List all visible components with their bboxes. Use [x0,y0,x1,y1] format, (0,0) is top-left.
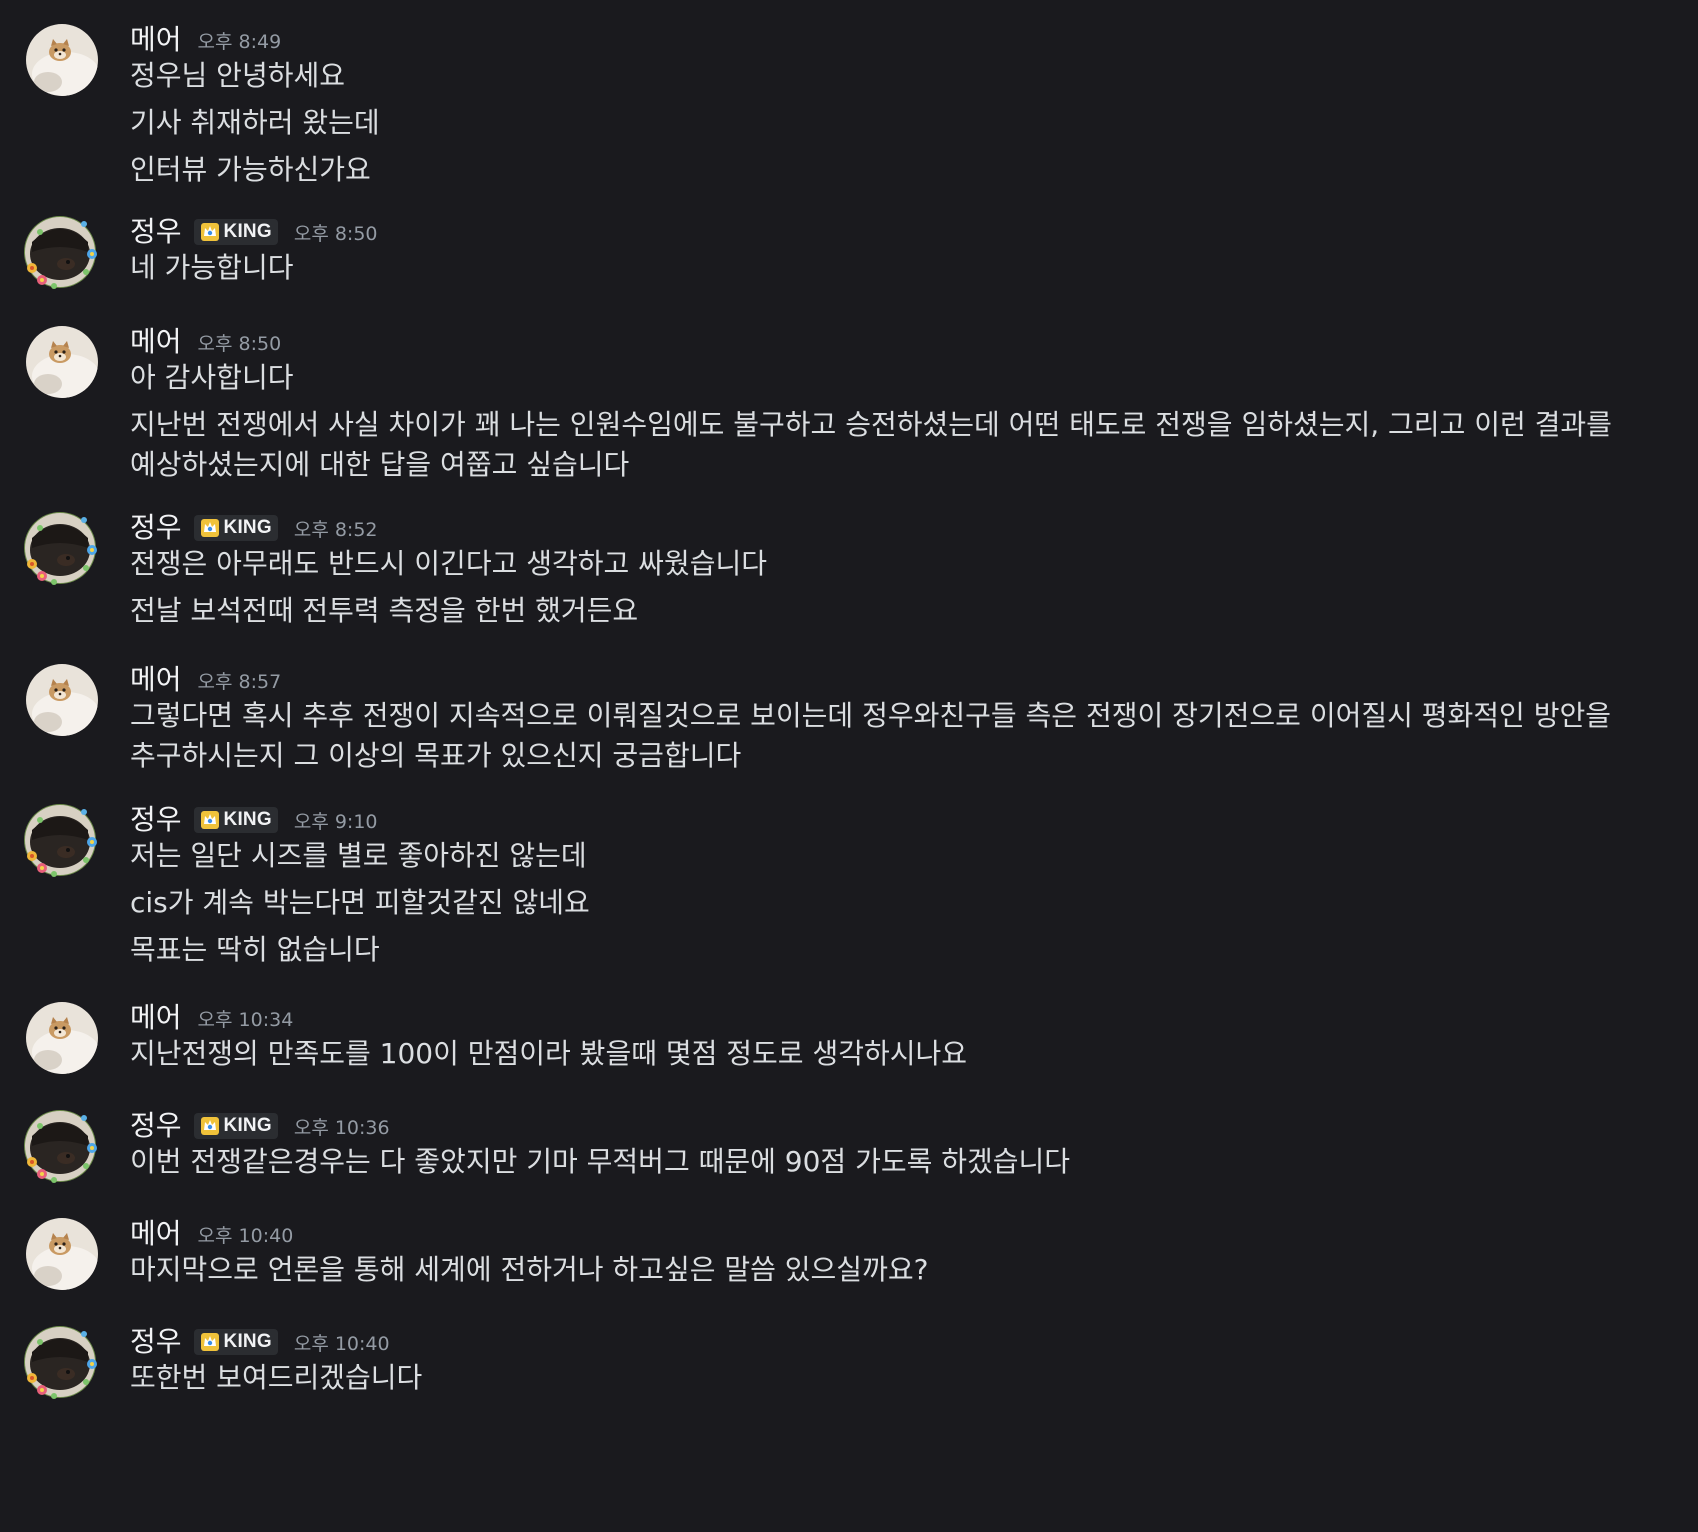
message-line: 이번 전쟁같은경우는 다 좋았지만 기마 무적버그 때문에 90점 가도록 하겠… [130,1145,1071,1178]
role-badge[interactable]: KING [193,1113,278,1139]
username[interactable]: 메어 [130,322,182,362]
message-content: 정우님 안녕하세요기사 취재하러 왔는데인터뷰 가능하신가요 [130,56,1670,190]
message-line: 네 가능합니다 [130,251,294,284]
message-header: 메어 오후 10:40 [130,1214,293,1254]
role-badge[interactable]: KING [193,515,278,541]
message-line: 기사 취재하러 왔는데 [130,106,380,139]
message-line: 지난번 전쟁에서 사실 차이가 꽤 나는 인원수임에도 불구하고 승전하셨는데 … [130,408,1621,481]
user-avatar[interactable] [24,1110,98,1183]
username[interactable]: 메어 [130,660,182,700]
message-line: 또한번 보여드리겠습니다 [130,1361,423,1394]
message-header: 메어 오후 8:49 [130,20,281,60]
message-line: cis가 계속 박는다면 피할것같진 않네요 [130,886,590,919]
message-content: 지난전쟁의 만족도를 100이 만점이라 봤을때 몇점 정도로 생각하시나요 [130,1034,1670,1074]
user-avatar[interactable] [24,804,98,877]
username[interactable]: 메어 [130,998,182,1038]
message-line: 저는 일단 시즈를 별로 좋아하진 않는데 [130,839,587,872]
message-line: 지난전쟁의 만족도를 100이 만점이라 봤을때 몇점 정도로 생각하시나요 [130,1037,968,1070]
crown-icon [200,222,220,242]
message-line: 그렇다면 혹시 추후 전쟁이 지속적으로 이뤄질것으로 보이는데 정우와친구들 … [130,699,1620,772]
message-content: 또한번 보여드리겠습니다 [130,1358,1670,1398]
crown-icon [200,518,220,538]
role-badge-label: KING [223,517,272,538]
message-header: 정우 KING 오후 8:52 [130,508,378,548]
message-line: 마지막으로 언론을 통해 세계에 전하거나 하고싶은 말씀 있으실까요? [130,1253,929,1286]
role-badge-label: KING [223,221,272,242]
user-avatar[interactable] [26,1218,98,1290]
message-header: 정우 KING 오후 9:10 [130,800,378,840]
message-header: 메어 오후 8:57 [130,660,281,700]
username[interactable]: 정우 [130,508,182,548]
user-avatar[interactable] [24,216,98,289]
username[interactable]: 메어 [130,1214,182,1254]
role-badge[interactable]: KING [193,807,278,833]
crown-icon [200,1116,220,1136]
message-line: 목표는 딱히 없습니다 [130,933,380,966]
username[interactable]: 정우 [130,1322,182,1362]
role-badge-label: KING [223,1115,272,1136]
username[interactable]: 정우 [130,212,182,252]
user-avatar[interactable] [26,326,98,398]
message-content: 이번 전쟁같은경우는 다 좋았지만 기마 무적버그 때문에 90점 가도록 하겠… [130,1142,1670,1182]
message-line: 정우님 안녕하세요 [130,59,345,92]
user-avatar[interactable] [26,664,98,736]
user-avatar[interactable] [24,512,98,585]
crown-icon [200,810,220,830]
username[interactable]: 메어 [130,20,182,60]
message-header: 정우 KING 오후 10:36 [130,1106,390,1146]
message-content: 마지막으로 언론을 통해 세계에 전하거나 하고싶은 말씀 있으실까요? [130,1250,1670,1290]
role-badge[interactable]: KING [193,219,278,245]
user-avatar[interactable] [24,1326,98,1399]
message-content: 아 감사합니다지난번 전쟁에서 사실 차이가 꽤 나는 인원수임에도 불구하고 … [130,358,1670,485]
role-badge-label: KING [223,809,272,830]
user-avatar[interactable] [26,1002,98,1074]
message-content: 전쟁은 아무래도 반드시 이긴다고 생각하고 싸웠습니다전날 보석전때 전투력 … [130,544,1670,631]
message-content: 네 가능합니다 [130,248,1670,288]
username[interactable]: 정우 [130,1106,182,1146]
message-header: 정우 KING 오후 10:40 [130,1322,390,1362]
role-badge[interactable]: KING [193,1329,278,1355]
message-line: 전쟁은 아무래도 반드시 이긴다고 생각하고 싸웠습니다 [130,547,767,580]
message-line: 인터뷰 가능하신가요 [130,153,371,186]
message-header: 메어 오후 8:50 [130,322,281,362]
crown-icon [200,1332,220,1352]
message-content: 그렇다면 혹시 추후 전쟁이 지속적으로 이뤄질것으로 보이는데 정우와친구들 … [130,696,1670,776]
username[interactable]: 정우 [130,800,182,840]
user-avatar[interactable] [26,24,98,96]
message-header: 정우 KING 오후 8:50 [130,212,378,252]
message-header: 메어 오후 10:34 [130,998,293,1038]
message-line: 전날 보석전때 전투력 측정을 한번 했거든요 [130,594,639,627]
role-badge-label: KING [223,1331,272,1352]
message-content: 저는 일단 시즈를 별로 좋아하진 않는데 cis가 계속 박는다면 피할것같진 … [130,836,1670,970]
message-line: 아 감사합니다 [130,361,294,394]
